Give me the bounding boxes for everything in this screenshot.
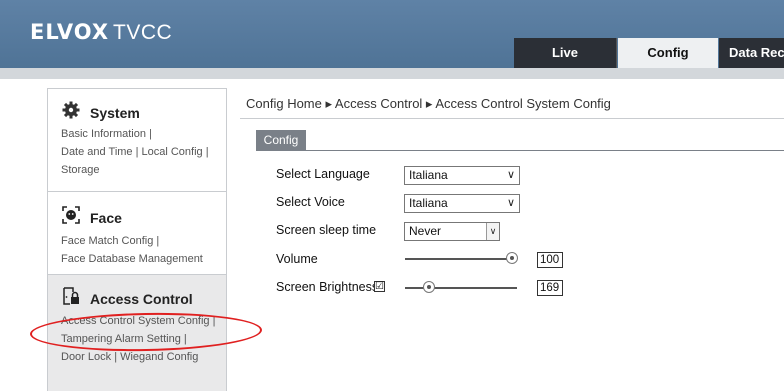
sidebar-access-title: Access Control [90,290,193,307]
language-label: Select Language [276,167,370,181]
sidebar-face-header[interactable]: Face [62,206,122,229]
breadcrumb-divider [240,118,784,119]
sidebar-access-header[interactable]: Access Control [62,287,193,310]
link-face-match-config[interactable]: Face Match Config | [61,235,159,247]
language-select-value: Italiana [409,168,448,182]
tab-config[interactable]: Config [618,38,718,68]
door-lock-icon [62,287,80,310]
logo-brand: ELVOX [30,20,110,44]
sidebar-system-header[interactable]: System [62,101,140,124]
volume-slider-handle[interactable] [506,252,518,264]
link-face-database-management[interactable]: Face Database Management [61,253,203,265]
sidebar-section-system: System Basic Information | Date and Time… [48,89,226,192]
top-header: ELVOX TVCC Live Config Data Rec [0,0,784,68]
sidebar-system-title: System [90,104,140,121]
tab-data-record[interactable]: Data Rec [719,38,784,68]
voice-select-value: Italiana [409,196,448,210]
logo-suffix: TVCC [113,21,173,44]
language-select[interactable]: Italiana ∨ [404,166,520,185]
voice-label: Select Voice [276,195,345,209]
tab-live[interactable]: Live [514,38,617,68]
sleep-time-select-value: Never [409,224,442,238]
link-door-lock-wiegand-config[interactable]: Door Lock | Wiegand Config [61,351,198,363]
sidebar-system-links: Basic Information | Date and Time | Loca… [61,125,223,179]
face-scan-icon [62,206,80,229]
chevron-down-icon: ∨ [506,169,515,181]
sub-bar [0,68,784,79]
gear-icon [62,101,80,124]
brightness-slider-handle[interactable] [423,281,435,293]
volume-label: Volume [276,252,318,266]
volume-slider-track[interactable] [405,258,517,260]
sleep-time-select[interactable]: Never ∨ [404,222,500,241]
link-storage[interactable]: Storage [61,164,100,176]
sidebar-face-links: Face Match Config | Face Database Manage… [61,232,223,268]
chevron-down-icon: ∨ [486,223,499,240]
breadcrumb[interactable]: Config Home ▸ Access Control ▸ Access Co… [246,96,611,112]
chevron-down-icon: ∨ [506,197,515,209]
sleep-time-label: Screen sleep time [276,223,377,237]
tab-config-panel[interactable]: Config [256,130,306,150]
brightness-label: Screen Brightness [276,280,379,294]
brightness-checkbox[interactable]: ☑ [374,281,385,292]
config-tab-underline [256,150,784,151]
link-basic-information[interactable]: Basic Information | [61,128,152,140]
voice-select[interactable]: Italiana ∨ [404,194,520,213]
brightness-slider-track[interactable] [405,287,517,289]
sidebar-face-title: Face [90,209,122,226]
link-date-time-local-config[interactable]: Date and Time | Local Config | [61,146,209,158]
brightness-value-box[interactable]: 169 [537,280,563,296]
logo: ELVOX TVCC [30,20,172,45]
sidebar-section-face: Face Face Match Config | Face Database M… [48,192,226,275]
volume-value-box[interactable]: 100 [537,252,563,268]
